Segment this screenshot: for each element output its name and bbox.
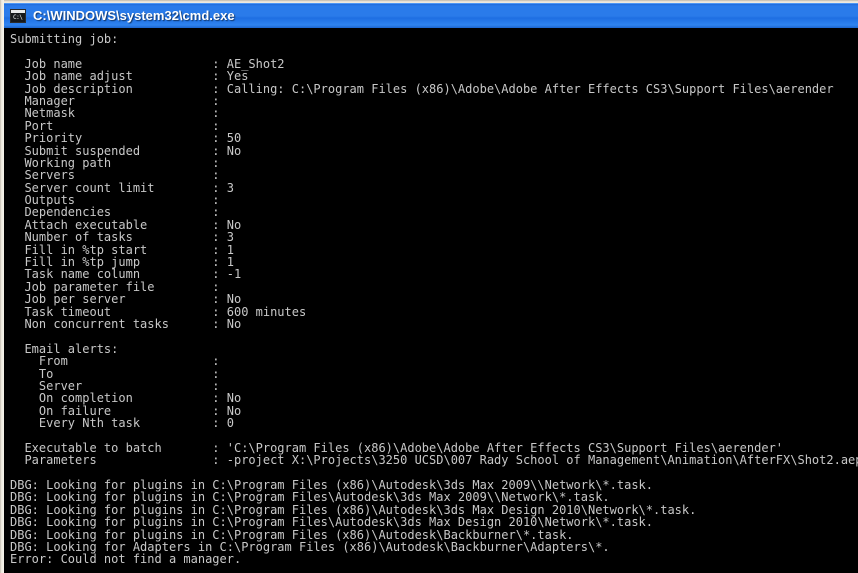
console-line: Submitting job: <box>10 32 119 46</box>
cmd-window: C:\ C:\WINDOWS\system32\cmd.exe Submitti… <box>0 0 858 573</box>
console-line: Non concurrent tasks : No <box>10 316 242 331</box>
window-title: C:\WINDOWS\system32\cmd.exe <box>33 8 235 23</box>
console-client-area[interactable]: Submitting job: Job name : AE_Shot2 Job … <box>6 30 858 573</box>
console-line: Task name column : -1 <box>10 267 242 282</box>
console-line: From : <box>10 354 220 369</box>
cmd-console-icon: C:\ <box>10 8 26 23</box>
console-line: Netmask : <box>10 106 220 121</box>
console-output: Submitting job: Job name : AE_Shot2 Job … <box>10 33 858 566</box>
window-frame-left-edge <box>0 0 4 573</box>
console-line: Job per server : No <box>10 292 242 307</box>
title-bar[interactable]: C:\ C:\WINDOWS\system32\cmd.exe <box>4 3 858 28</box>
console-line: Number of tasks : 3 <box>10 230 234 245</box>
console-line: Job name adjust : Yes <box>10 69 249 84</box>
console-line: Servers : <box>10 168 220 183</box>
title-bar-highlight <box>4 3 858 4</box>
console-line: DBG: Looking for plugins in C:\Program F… <box>10 515 653 530</box>
console-line: DBG: Looking for plugins in C:\Program F… <box>10 490 610 505</box>
cmd-icon-titlebar-strip <box>11 9 25 13</box>
console-line: Priority : 50 <box>10 131 242 146</box>
cmd-icon-prompt-glyph: C:\ <box>13 13 23 21</box>
console-line: Parameters : -project X:\Projects\3250 U… <box>10 453 858 468</box>
console-line: On completion : No <box>10 391 242 406</box>
console-line: Every Nth task : 0 <box>10 416 234 431</box>
console-line: Error: Could not find a manager. <box>10 552 242 567</box>
console-line: Dependencies : <box>10 205 220 220</box>
